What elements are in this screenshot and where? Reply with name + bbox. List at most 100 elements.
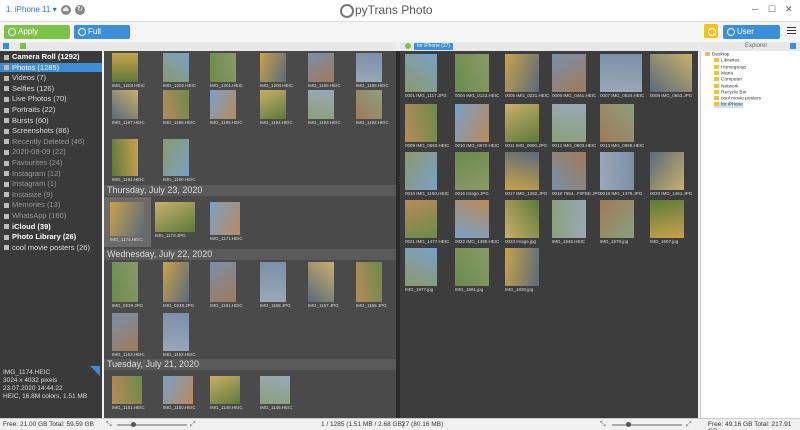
pc-zoom-out-icon[interactable]: ⤡ (600, 421, 606, 429)
thumbnail-size-slider[interactable] (117, 422, 187, 427)
pc-photo-thumb[interactable] (505, 152, 539, 190)
photo-thumb[interactable] (163, 90, 189, 119)
album-item[interactable]: Camera Roll (1292) (0, 52, 102, 61)
album-item[interactable]: Videos (7) (0, 73, 102, 82)
album-item[interactable]: Recently Deleted (46) (0, 137, 102, 146)
pc-photo-thumb[interactable] (455, 104, 489, 142)
pc-photo-thumb[interactable] (455, 248, 489, 286)
pc-photo-thumb[interactable] (600, 54, 642, 92)
pc-photo-thumb[interactable] (552, 54, 586, 92)
zoom-in-icon[interactable]: ⤢ (190, 421, 196, 429)
collapse-icon[interactable] (3, 43, 9, 49)
album-item[interactable]: Instagram (1) (0, 179, 102, 188)
pc-zoom-in-icon[interactable]: ⤢ (686, 421, 692, 429)
pc-photo-thumb[interactable] (505, 104, 539, 142)
explorer-tree-item[interactable]: Recycle Bin (714, 89, 746, 95)
home-icon[interactable] (20, 43, 26, 49)
photo-thumb[interactable] (163, 262, 189, 302)
pc-photo-thumb[interactable] (505, 200, 539, 238)
photo-thumb[interactable] (210, 90, 236, 119)
pc-photo-thumb[interactable] (505, 54, 539, 92)
photo-thumb[interactable] (260, 90, 286, 119)
photo-thumb[interactable] (155, 202, 195, 232)
apply-changes-button[interactable]: Apply changes (4, 25, 70, 50)
explorer-tree-item[interactable]: Homegroup (714, 64, 746, 70)
explorer-tree-item[interactable]: Maria (714, 70, 733, 76)
close-icon[interactable]: ✕ (785, 4, 793, 15)
album-item[interactable]: Memories (13) (0, 200, 102, 209)
pc-photo-thumb[interactable] (405, 152, 437, 190)
pc-photo-thumb[interactable] (600, 152, 634, 190)
explorer-tree-item[interactable]: cool movie posters (714, 96, 761, 101)
pc-photo-thumb[interactable] (455, 200, 489, 238)
pc-photo-thumb[interactable] (405, 200, 437, 238)
theme-toggle-icon[interactable] (704, 24, 718, 38)
maximize-icon[interactable]: ☐ (768, 4, 776, 15)
photo-thumb[interactable] (112, 53, 138, 82)
photo-thumb[interactable] (356, 53, 382, 82)
pc-photo-thumb[interactable] (552, 152, 586, 190)
photo-thumb[interactable] (260, 262, 286, 302)
album-item[interactable]: Instasize (9) (0, 190, 102, 199)
eject-icon[interactable]: ⏏ (60, 5, 71, 15)
album-item[interactable]: Portraits (22) (0, 105, 102, 114)
photo-thumb[interactable] (260, 53, 286, 82)
album-item[interactable]: Live Photos (70) (0, 94, 102, 103)
explorer-tree-item[interactable]: Computer (714, 77, 742, 82)
photo-thumb[interactable] (112, 313, 138, 351)
pc-photo-thumb[interactable] (455, 152, 489, 190)
user-guides-button[interactable]: User guides (723, 25, 780, 50)
album-item[interactable]: WhatsApp (160) (0, 211, 102, 220)
album-item[interactable]: Favourites (24) (0, 158, 102, 167)
photo-thumb[interactable] (356, 262, 382, 302)
minimize-icon[interactable]: ─ (752, 4, 758, 14)
zoom-out-icon[interactable]: ⤡ (106, 421, 112, 429)
photo-thumb[interactable] (210, 53, 236, 82)
device-selector[interactable]: 1. iPhone 11 ▾ ⏏ ↻ (6, 5, 86, 15)
photo-thumb[interactable] (210, 376, 240, 404)
photo-thumb[interactable] (163, 313, 189, 351)
photo-thumb[interactable] (163, 376, 193, 404)
photo-thumb[interactable] (163, 139, 189, 176)
photo-thumb[interactable] (112, 139, 138, 176)
pc-photo-thumb[interactable] (405, 54, 437, 92)
explorer-tree-item[interactable]: Desktop (705, 52, 730, 57)
photo-thumb[interactable] (210, 202, 240, 235)
album-item[interactable]: Selfies (126) (0, 84, 102, 93)
pc-photo-thumb[interactable] (552, 104, 586, 142)
pc-photo-thumb[interactable] (600, 104, 634, 142)
album-item[interactable]: Bursts (60) (0, 116, 102, 125)
pc-photo-thumb[interactable] (552, 200, 586, 238)
album-item[interactable]: Instagram (12) (0, 169, 102, 178)
pc-photo-thumb[interactable] (455, 54, 489, 92)
pc-thumbnail-size-slider[interactable] (612, 422, 682, 427)
album-item[interactable]: Photos (1285) (0, 62, 102, 72)
pc-photo-thumb[interactable] (405, 104, 437, 142)
add-icon[interactable] (405, 43, 411, 49)
pc-photo-thumb[interactable] (650, 54, 692, 92)
pc-photo-thumb[interactable] (505, 248, 539, 286)
photo-thumb[interactable] (210, 262, 236, 302)
photo-thumb[interactable] (112, 90, 138, 119)
album-item[interactable]: Photo Library (26) (0, 232, 102, 241)
photo-thumb[interactable] (308, 90, 334, 119)
explorer-tree-item[interactable]: for iPhone (714, 102, 743, 108)
pc-photo-thumb[interactable] (650, 200, 684, 238)
explorer-collapse-icon[interactable] (790, 43, 796, 49)
album-item[interactable]: cool movie posters (26) (0, 243, 102, 252)
album-item[interactable]: 2020-08-09 (22) (0, 147, 102, 156)
menu-icon[interactable] (787, 27, 796, 34)
photo-thumb[interactable] (260, 376, 290, 404)
full-backup-button[interactable]: Full Backup (74, 25, 130, 50)
photo-thumb[interactable] (110, 202, 144, 236)
refresh-icon[interactable]: ↻ (75, 5, 86, 15)
photo-thumb[interactable] (163, 53, 189, 82)
photo-thumb[interactable] (356, 90, 382, 119)
album-item[interactable]: iCloud (39) (0, 222, 102, 231)
pc-photo-thumb[interactable] (600, 200, 634, 238)
photo-thumb[interactable] (308, 53, 334, 82)
pc-photo-thumb[interactable] (650, 152, 684, 190)
album-item[interactable]: Screenshots (86) (0, 126, 102, 135)
pc-photo-thumb[interactable] (405, 248, 437, 286)
photo-thumb[interactable] (112, 262, 138, 302)
